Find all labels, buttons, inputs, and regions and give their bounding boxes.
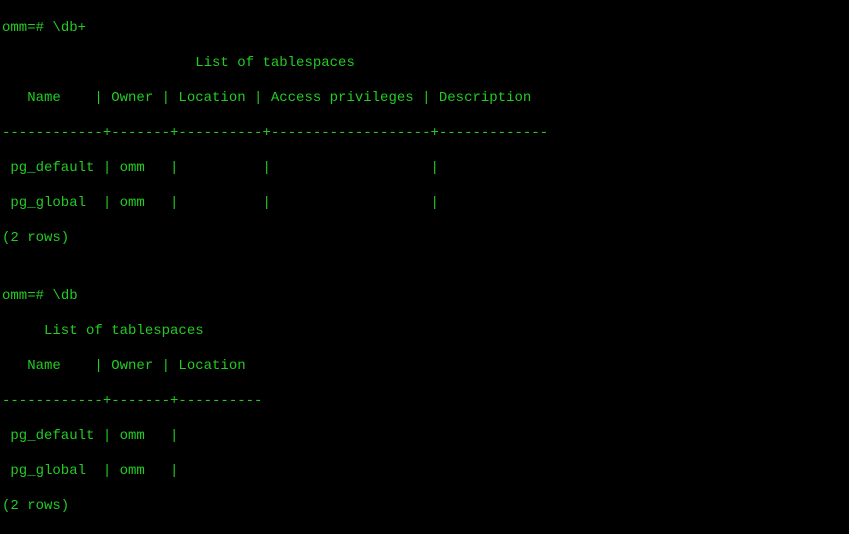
prompt-line-dbplus: omm=# \db+ <box>2 20 847 38</box>
tablespaces-plus-title: List of tablespaces <box>2 55 847 73</box>
command-dbplus: \db+ <box>52 20 86 36</box>
tablespaces-plus-header: Name | Owner | Location | Access privile… <box>2 90 847 108</box>
table-row: pg_global | omm | <box>2 463 847 481</box>
prompt-text: omm=# <box>2 20 52 36</box>
tablespaces-plus-count: (2 rows) <box>2 230 847 248</box>
prompt-text: omm=# <box>2 288 52 304</box>
tablespaces-title: List of tablespaces <box>2 323 847 341</box>
tablespaces-sep: ------------+-------+---------- <box>2 393 847 411</box>
table-row: pg_global | omm | | | <box>2 195 847 213</box>
tablespaces-count: (2 rows) <box>2 498 847 516</box>
prompt-line-db: omm=# \db <box>2 288 847 306</box>
table-row: pg_default | omm | | | <box>2 160 847 178</box>
blank-line <box>2 265 847 271</box>
tablespaces-header: Name | Owner | Location <box>2 358 847 376</box>
tablespaces-plus-sep: ------------+-------+----------+--------… <box>2 125 847 143</box>
terminal[interactable]: omm=# \db+ List of tablespaces Name | Ow… <box>0 0 849 534</box>
table-row: pg_default | omm | <box>2 428 847 446</box>
command-db: \db <box>52 288 77 304</box>
